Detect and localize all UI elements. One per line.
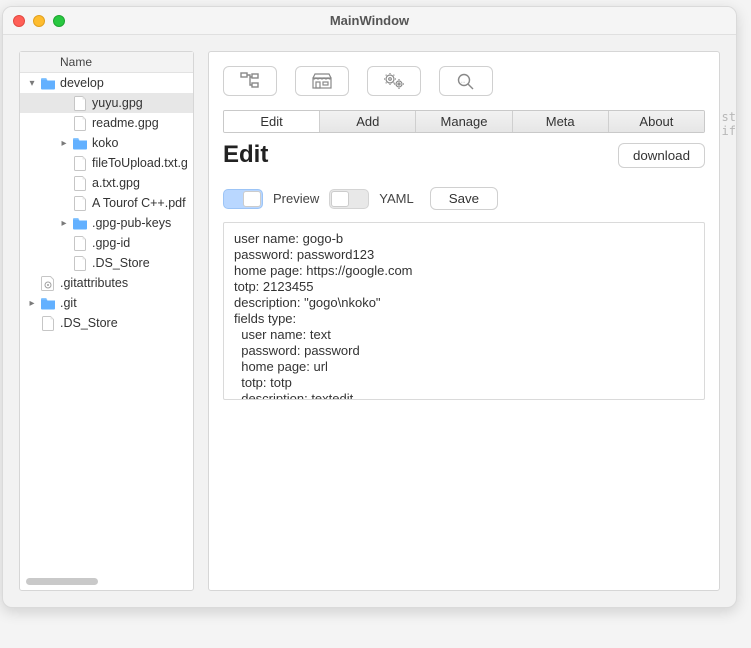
search-icon: ... xyxy=(456,72,476,90)
download-button[interactable]: download xyxy=(618,143,705,168)
svg-text:...: ... xyxy=(461,79,465,85)
toolbar: ... xyxy=(223,66,705,96)
file-icon xyxy=(72,115,88,131)
save-button[interactable]: Save xyxy=(430,187,498,210)
store-button[interactable] xyxy=(295,66,349,96)
file-icon xyxy=(72,255,88,271)
tree-item[interactable]: readme.gpg xyxy=(20,113,193,133)
folder-icon xyxy=(40,75,56,91)
tree-item-label: readme.gpg xyxy=(92,116,159,130)
tree-view-button[interactable] xyxy=(223,66,277,96)
tree-item-label: yuyu.gpg xyxy=(92,96,143,110)
tree-body[interactable]: ▾ develop yuyu.gpg readme.gpg ▸ koko fileToUpl… xyxy=(20,73,193,590)
tree-item-label: .DS_Store xyxy=(60,316,118,330)
titlebar[interactable]: MainWindow xyxy=(3,7,736,35)
folder-icon xyxy=(72,215,88,231)
yaml-content[interactable]: user name: gogo-b password: password123 … xyxy=(223,222,705,400)
page-title: Edit xyxy=(223,141,268,169)
preview-toggle[interactable] xyxy=(223,189,263,209)
chevron-right-icon[interactable]: ▸ xyxy=(56,138,72,149)
tree-item-label: .gpg-id xyxy=(92,236,130,250)
chevron-right-icon[interactable]: ▸ xyxy=(56,218,72,229)
tab-add[interactable]: Add xyxy=(320,111,416,132)
close-icon[interactable] xyxy=(13,15,25,27)
tree-item[interactable]: A Tourof C++.pdf xyxy=(20,193,193,213)
store-icon xyxy=(311,72,333,90)
main-panel: ... EditAddManageMetaAbout Edit download… xyxy=(208,51,720,591)
tree-item-label: .git xyxy=(60,296,77,310)
tree-item[interactable]: ▸ .git xyxy=(20,293,193,313)
tree-icon xyxy=(240,72,260,90)
cfg-icon xyxy=(40,275,56,291)
tab-about[interactable]: About xyxy=(609,111,704,132)
yaml-toggle[interactable] xyxy=(329,189,369,209)
tree-item[interactable]: yuyu.gpg xyxy=(20,93,193,113)
tree-item[interactable]: a.txt.gpg xyxy=(20,173,193,193)
preview-label: Preview xyxy=(273,191,319,206)
chevron-right-icon[interactable]: ▸ xyxy=(24,298,40,309)
background-code-gutter: st if xyxy=(722,110,736,138)
yaml-label: YAML xyxy=(379,191,413,206)
folder-icon xyxy=(40,295,56,311)
toggle-knob xyxy=(331,191,349,207)
tree-item-label: .gpg-pub-keys xyxy=(92,216,171,230)
file-icon xyxy=(40,315,56,331)
tree-item[interactable]: .DS_Store xyxy=(20,253,193,273)
tree-item[interactable]: .gitattributes xyxy=(20,273,193,293)
file-icon xyxy=(72,235,88,251)
chevron-down-icon[interactable]: ▾ xyxy=(24,78,40,89)
minimize-icon[interactable] xyxy=(33,15,45,27)
tree-item[interactable]: fileToUpload.txt.g xyxy=(20,153,193,173)
settings-button[interactable] xyxy=(367,66,421,96)
file-icon xyxy=(72,175,88,191)
tree-item-label: develop xyxy=(60,76,104,90)
tab-meta[interactable]: Meta xyxy=(513,111,609,132)
file-icon xyxy=(72,95,88,111)
folder-icon xyxy=(72,135,88,151)
toggle-knob xyxy=(243,191,261,207)
tree-item[interactable]: .gpg-id xyxy=(20,233,193,253)
file-tree-panel: Name ▾ develop yuyu.gpg readme.gpg ▸ koko file… xyxy=(19,51,194,591)
tree-item[interactable]: ▸ koko xyxy=(20,133,193,153)
file-icon xyxy=(72,195,88,211)
tree-header-name[interactable]: Name xyxy=(20,52,193,73)
file-icon xyxy=(72,155,88,171)
tree-item-label: koko xyxy=(92,136,118,150)
tab-manage[interactable]: Manage xyxy=(416,111,512,132)
tree-item[interactable]: ▸ .gpg-pub-keys xyxy=(20,213,193,233)
tree-item-label: A Tourof C++.pdf xyxy=(92,196,186,210)
tab-edit[interactable]: Edit xyxy=(224,111,320,132)
window-title: MainWindow xyxy=(3,13,736,28)
tree-item-label: .DS_Store xyxy=(92,256,150,270)
zoom-icon[interactable] xyxy=(53,15,65,27)
search-button[interactable]: ... xyxy=(439,66,493,96)
tree-item-label: fileToUpload.txt.g xyxy=(92,156,188,170)
tree-horizontal-scrollbar[interactable] xyxy=(26,578,98,585)
tree-item-label: .gitattributes xyxy=(60,276,128,290)
tree-item[interactable]: ▾ develop xyxy=(20,73,193,93)
tree-item-label: a.txt.gpg xyxy=(92,176,140,190)
app-window: MainWindow Name ▾ develop yuyu.gpg readme.g… xyxy=(2,6,737,608)
gears-icon xyxy=(382,72,406,90)
tab-bar: EditAddManageMetaAbout xyxy=(223,110,705,133)
tree-item[interactable]: .DS_Store xyxy=(20,313,193,333)
window-controls xyxy=(13,15,65,27)
